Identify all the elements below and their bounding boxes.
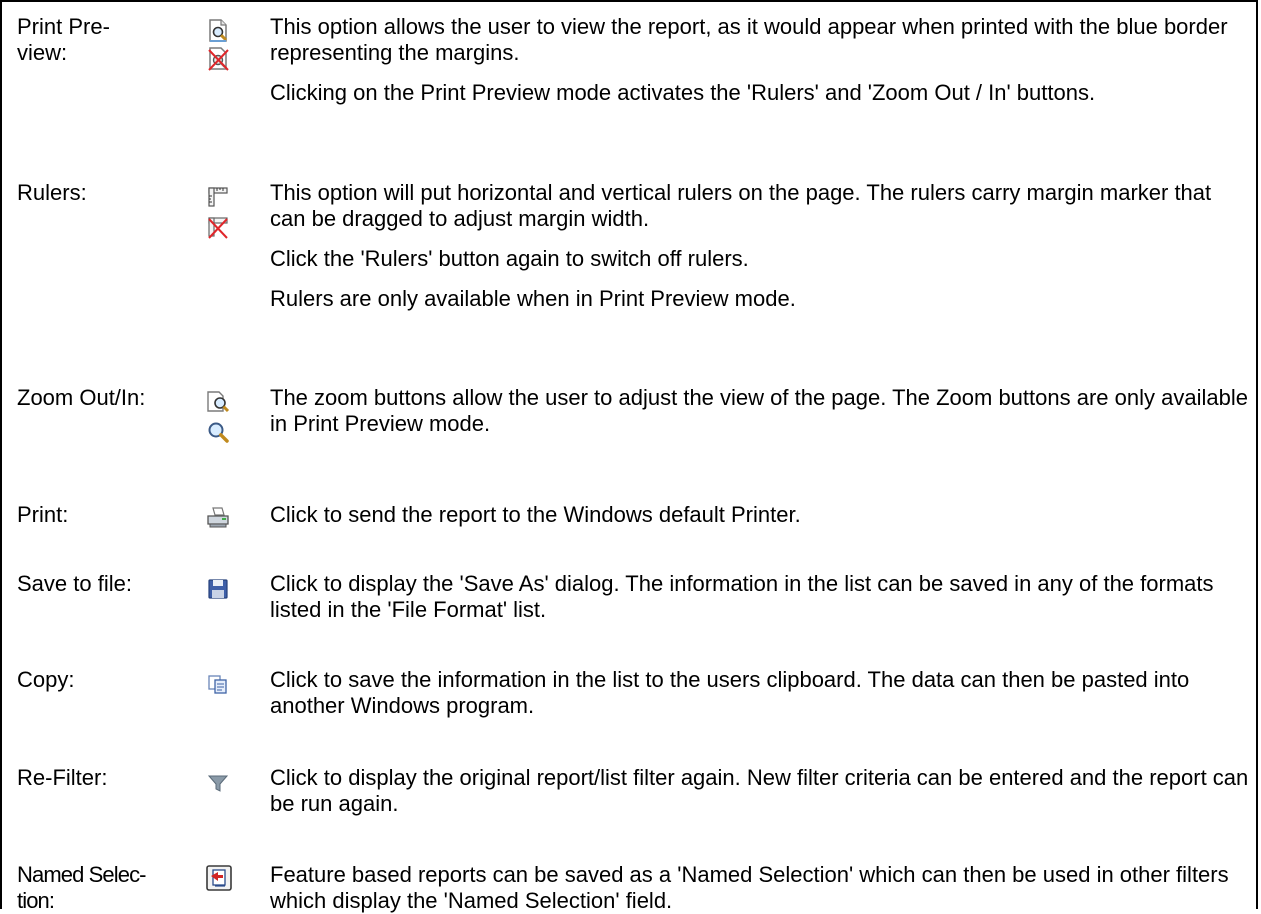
row-label: Save to file: (17, 571, 132, 596)
row-description: Click to save the information in the lis… (270, 667, 1250, 719)
filter-icon (207, 775, 229, 792)
row-label: Print: (17, 502, 69, 527)
description-paragraph: Click to send the report to the Windows … (270, 502, 801, 527)
description-paragraph: Click to display the original report/lis… (270, 765, 1249, 816)
print-preview-icon (209, 19, 228, 42)
copy-icon (208, 675, 227, 694)
description-paragraph: Rulers are only available when in Print … (270, 286, 796, 311)
row-label: Named Selec- tion: (17, 862, 146, 913)
row-label: Rulers: (17, 180, 87, 205)
row-label: Copy: (17, 667, 75, 692)
print-preview-off-icon (208, 47, 229, 71)
printer-icon (207, 507, 229, 528)
row-label: Print Pre- view: (17, 14, 110, 65)
description-paragraph: The zoom buttons allow the user to adjus… (270, 385, 1248, 436)
row-description: Click to display the original report/lis… (270, 765, 1250, 817)
zoom-in-icon (208, 422, 229, 443)
row-description: This option will put horizontal and vert… (270, 180, 1250, 312)
description-paragraph: This option allows the user to view the … (270, 14, 1228, 65)
description-paragraph: Click to display the 'Save As' dialog. T… (270, 571, 1214, 622)
rulers-off-icon (208, 217, 228, 239)
description-paragraph: Click the 'Rulers' button again to switc… (270, 246, 749, 271)
zoom-out-icon (207, 391, 230, 413)
row-description: Click to display the 'Save As' dialog. T… (270, 571, 1250, 623)
row-label: Re-Filter: (17, 765, 108, 790)
description-paragraph: This option will put horizontal and vert… (270, 180, 1212, 231)
row-description: Feature based reports can be saved as a … (270, 862, 1250, 914)
row-label: Zoom Out/In: (17, 385, 146, 410)
floppy-disk-icon (208, 579, 228, 599)
named-selection-icon (206, 865, 232, 891)
rulers-icon (208, 187, 228, 207)
row-description: Click to send the report to the Windows … (270, 502, 1250, 528)
description-paragraph: Clicking on the Print Preview mode activ… (270, 80, 1096, 105)
document-frame: Print Pre- view: This option allows the … (0, 0, 1258, 913)
description-paragraph: Feature based reports can be saved as a … (270, 862, 1229, 913)
row-description: This option allows the user to view the … (270, 14, 1250, 106)
row-description: The zoom buttons allow the user to adjus… (270, 385, 1250, 437)
description-paragraph: Click to save the information in the lis… (270, 667, 1190, 718)
